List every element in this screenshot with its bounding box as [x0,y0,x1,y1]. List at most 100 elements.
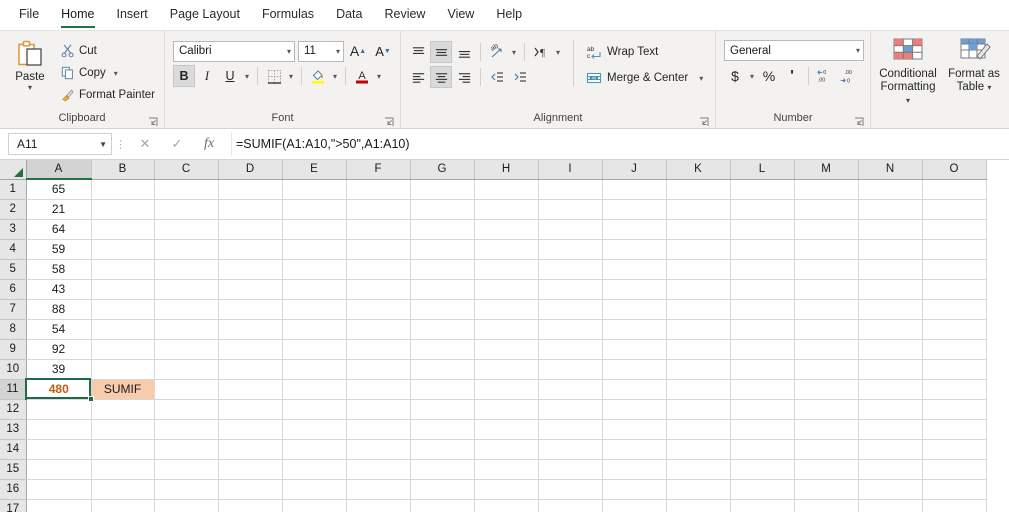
cell-C8[interactable] [154,319,219,340]
cell-I12[interactable] [538,399,603,420]
cell-O8[interactable] [922,319,987,340]
cell-J5[interactable] [602,259,667,280]
cell-K14[interactable] [666,439,731,460]
cell-E10[interactable] [282,359,347,380]
cell-C13[interactable] [154,419,219,440]
cell-A9[interactable]: 92 [26,339,92,360]
cell-F12[interactable] [346,399,411,420]
conditional-formatting-button[interactable]: Conditional Formatting ▾ [877,37,939,107]
cell-N2[interactable] [858,199,923,220]
cell-G11[interactable] [410,379,475,400]
cell-M15[interactable] [794,459,859,480]
align-left-button[interactable] [407,66,429,88]
cell-C16[interactable] [154,479,219,500]
cell-D13[interactable] [218,419,283,440]
formula-input[interactable]: =SUMIF(A1:A10,">50",A1:A10) [231,132,1005,156]
cell-N8[interactable] [858,319,923,340]
cell-G2[interactable] [410,199,475,220]
column-header-J[interactable]: J [602,160,667,180]
cell-C15[interactable] [154,459,219,480]
column-header-F[interactable]: F [346,160,411,180]
row-header-8[interactable]: 8 [0,319,27,340]
row-header-1[interactable]: 1 [0,179,27,200]
cell-K5[interactable] [666,259,731,280]
cell-E16[interactable] [282,479,347,500]
cell-K9[interactable] [666,339,731,360]
cell-N7[interactable] [858,299,923,320]
cell-K2[interactable] [666,199,731,220]
row-header-2[interactable]: 2 [0,199,27,220]
copy-button[interactable]: Copy ▾ [58,63,158,83]
font-size-combo[interactable]: 11 ▾ [298,40,344,62]
cell-O10[interactable] [922,359,987,380]
cell-F10[interactable] [346,359,411,380]
fill-handle[interactable] [88,396,94,402]
number-format-combo[interactable]: General ▾ [724,40,864,61]
cell-K6[interactable] [666,279,731,300]
row-header-7[interactable]: 7 [0,299,27,320]
increase-indent-button[interactable] [509,66,531,88]
tab-view[interactable]: View [436,1,485,30]
cell-E17[interactable] [282,499,347,512]
cell-G10[interactable] [410,359,475,380]
cell-G16[interactable] [410,479,475,500]
cell-N13[interactable] [858,419,923,440]
cell-E13[interactable] [282,419,347,440]
cell-B1[interactable] [91,179,155,200]
align-top-button[interactable] [407,41,429,63]
cell-M13[interactable] [794,419,859,440]
cell-E2[interactable] [282,199,347,220]
align-right-button[interactable] [453,66,475,88]
cell-O16[interactable] [922,479,987,500]
cell-F7[interactable] [346,299,411,320]
cell-E11[interactable] [282,379,347,400]
row-header-15[interactable]: 15 [0,459,27,480]
cell-E3[interactable] [282,219,347,240]
increase-decimal-button[interactable]: 0 .00 [814,65,836,87]
cell-E7[interactable] [282,299,347,320]
cell-H10[interactable] [474,359,539,380]
cell-B6[interactable] [91,279,155,300]
cell-I6[interactable] [538,279,603,300]
cell-M3[interactable] [794,219,859,240]
cell-A6[interactable]: 43 [26,279,92,300]
cell-L14[interactable] [730,439,795,460]
cell-L3[interactable] [730,219,795,240]
chevron-down-icon[interactable]: ▾ [114,69,118,78]
cell-M1[interactable] [794,179,859,200]
cell-K16[interactable] [666,479,731,500]
chevron-down-icon[interactable]: ▾ [699,74,703,83]
cell-K11[interactable] [666,379,731,400]
cell-M16[interactable] [794,479,859,500]
cell-K3[interactable] [666,219,731,240]
cell-L6[interactable] [730,279,795,300]
cell-O15[interactable] [922,459,987,480]
cell-M11[interactable] [794,379,859,400]
cell-C11[interactable] [154,379,219,400]
cell-H1[interactable] [474,179,539,200]
cell-J16[interactable] [602,479,667,500]
cell-A7[interactable]: 88 [26,299,92,320]
cell-O12[interactable] [922,399,987,420]
cell-D1[interactable] [218,179,283,200]
cell-L13[interactable] [730,419,795,440]
cell-B16[interactable] [91,479,155,500]
fill-color-button[interactable] [307,65,329,87]
cell-H16[interactable] [474,479,539,500]
cell-F2[interactable] [346,199,411,220]
cell-D3[interactable] [218,219,283,240]
cell-F1[interactable] [346,179,411,200]
cell-N6[interactable] [858,279,923,300]
cell-N9[interactable] [858,339,923,360]
cell-L5[interactable] [730,259,795,280]
cell-M17[interactable] [794,499,859,512]
cell-J9[interactable] [602,339,667,360]
cell-B17[interactable] [91,499,155,512]
cell-C9[interactable] [154,339,219,360]
cell-K8[interactable] [666,319,731,340]
cell-J12[interactable] [602,399,667,420]
font-dialog-launcher[interactable] [384,117,394,127]
wrap-text-button[interactable]: ab c Wrap Text [582,41,707,63]
column-header-A[interactable]: A [26,160,92,180]
comma-style-button[interactable]: ' [781,65,803,87]
